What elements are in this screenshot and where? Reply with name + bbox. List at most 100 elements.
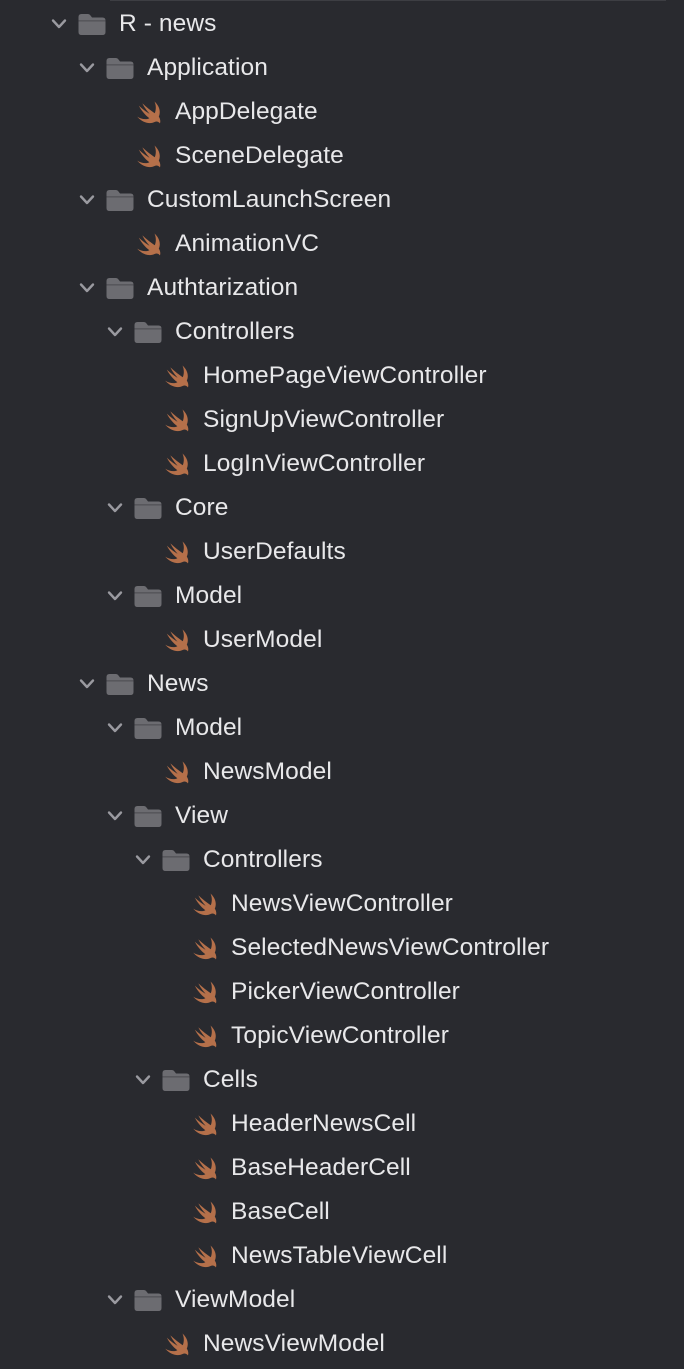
file-row-topicviewcontroller[interactable]: TopicViewController	[0, 1014, 684, 1058]
swift-file-icon	[163, 363, 191, 389]
file-label: SceneDelegate	[175, 142, 344, 169]
file-row-homepageviewcontroller[interactable]: HomePageViewController	[0, 354, 684, 398]
file-row-newstableviewcell[interactable]: NewsTableViewCell	[0, 1234, 684, 1278]
folder-icon	[133, 496, 163, 520]
swift-file-icon	[135, 231, 163, 257]
folder-row-model[interactable]: Model	[0, 574, 684, 618]
folder-row-controllers[interactable]: Controllers	[0, 310, 684, 354]
folder-row-customlaunchscreen[interactable]: CustomLaunchScreen	[0, 178, 684, 222]
folder-label: Controllers	[203, 846, 323, 873]
folder-icon	[133, 804, 163, 828]
chevron-down-icon[interactable]	[78, 60, 96, 76]
folder-row-r-news[interactable]: R - news	[0, 2, 684, 46]
swift-file-icon	[191, 1199, 219, 1225]
file-label: AppDelegate	[175, 98, 318, 125]
file-label: NewsModel	[203, 758, 332, 785]
chevron-down-icon[interactable]	[106, 720, 124, 736]
folder-label: Core	[175, 494, 229, 521]
file-row-animationvc[interactable]: AnimationVC	[0, 222, 684, 266]
folder-row-cells[interactable]: Cells	[0, 1058, 684, 1102]
swift-file-icon	[163, 759, 191, 785]
folder-row-authtarization[interactable]: Authtarization	[0, 266, 684, 310]
file-label: NewsViewController	[231, 890, 453, 917]
file-label: HeaderNewsCell	[231, 1110, 417, 1137]
chevron-down-icon[interactable]	[78, 676, 96, 692]
folder-label: News	[147, 670, 209, 697]
swift-file-icon	[191, 935, 219, 961]
folder-row-application[interactable]: Application	[0, 46, 684, 90]
file-row-newsviewmodel[interactable]: NewsViewModel	[0, 1322, 684, 1366]
file-label: HomePageViewController	[203, 362, 487, 389]
chevron-down-icon[interactable]	[106, 500, 124, 516]
folder-row-controllers[interactable]: Controllers	[0, 838, 684, 882]
swift-file-icon	[163, 407, 191, 433]
swift-file-icon	[135, 99, 163, 125]
chevron-down-icon[interactable]	[106, 588, 124, 604]
swift-file-icon	[191, 1243, 219, 1269]
swift-file-icon	[163, 539, 191, 565]
folder-icon	[105, 188, 135, 212]
folder-icon	[77, 12, 107, 36]
folder-label: Application	[147, 54, 268, 81]
chevron-down-icon[interactable]	[50, 16, 68, 32]
file-label: UserDefaults	[203, 538, 346, 565]
folder-icon	[105, 276, 135, 300]
file-label: TopicViewController	[231, 1022, 449, 1049]
swift-file-icon	[191, 1155, 219, 1181]
folder-icon	[161, 848, 191, 872]
folder-label: CustomLaunchScreen	[147, 186, 392, 213]
chevron-down-icon[interactable]	[106, 808, 124, 824]
file-row-basecell[interactable]: BaseCell	[0, 1190, 684, 1234]
file-label: AnimationVC	[175, 230, 320, 257]
file-label: SelectedNewsViewController	[231, 934, 550, 961]
folder-icon	[161, 1068, 191, 1092]
file-row-scenedelegate[interactable]: SceneDelegate	[0, 134, 684, 178]
chevron-down-icon[interactable]	[78, 192, 96, 208]
chevron-down-icon[interactable]	[134, 852, 152, 868]
folder-icon	[133, 1288, 163, 1312]
chevron-down-icon[interactable]	[106, 324, 124, 340]
folder-label: R - news	[119, 10, 217, 37]
file-row-newsviewcontroller[interactable]: NewsViewController	[0, 882, 684, 926]
folder-label: View	[175, 802, 229, 829]
file-row-loginviewcontroller[interactable]: LogInViewController	[0, 442, 684, 486]
file-row-usermodel[interactable]: UserModel	[0, 618, 684, 662]
file-row-selectednewsviewcontroller[interactable]: SelectedNewsViewController	[0, 926, 684, 970]
folder-icon	[133, 716, 163, 740]
folder-icon	[105, 56, 135, 80]
chevron-down-icon[interactable]	[78, 280, 96, 296]
folder-label: ViewModel	[175, 1286, 296, 1313]
file-row-signupviewcontroller[interactable]: SignUpViewController	[0, 398, 684, 442]
folder-row-viewmodel[interactable]: ViewModel	[0, 1278, 684, 1322]
folder-label: Model	[175, 714, 243, 741]
swift-file-icon	[163, 1331, 191, 1357]
folder-icon	[105, 672, 135, 696]
folder-icon	[133, 584, 163, 608]
file-label: NewsTableViewCell	[231, 1242, 448, 1269]
file-row-baseheadercell[interactable]: BaseHeaderCell	[0, 1146, 684, 1190]
folder-row-view[interactable]: View	[0, 794, 684, 838]
file-label: BaseHeaderCell	[231, 1154, 411, 1181]
swift-file-icon	[163, 627, 191, 653]
chevron-down-icon[interactable]	[134, 1072, 152, 1088]
file-row-newsmodel[interactable]: NewsModel	[0, 750, 684, 794]
project-navigator: R - news Application AppDelegate SceneDeleg…	[0, 2, 684, 1366]
file-row-pickerviewcontroller[interactable]: PickerViewController	[0, 970, 684, 1014]
file-row-userdefaults[interactable]: UserDefaults	[0, 530, 684, 574]
folder-row-news[interactable]: News	[0, 662, 684, 706]
folder-label: Model	[175, 582, 243, 609]
file-label: NewsViewModel	[203, 1330, 385, 1357]
file-label: LogInViewController	[203, 450, 426, 477]
folder-label: Cells	[203, 1066, 258, 1093]
swift-file-icon	[191, 979, 219, 1005]
file-row-appdelegate[interactable]: AppDelegate	[0, 90, 684, 134]
swift-file-icon	[135, 143, 163, 169]
file-label: UserModel	[203, 626, 323, 653]
folder-label: Controllers	[175, 318, 295, 345]
folder-label: Authtarization	[147, 274, 299, 301]
chevron-down-icon[interactable]	[106, 1292, 124, 1308]
folder-row-core[interactable]: Core	[0, 486, 684, 530]
file-row-headernewscell[interactable]: HeaderNewsCell	[0, 1102, 684, 1146]
folder-row-model[interactable]: Model	[0, 706, 684, 750]
file-label: BaseCell	[231, 1198, 330, 1225]
